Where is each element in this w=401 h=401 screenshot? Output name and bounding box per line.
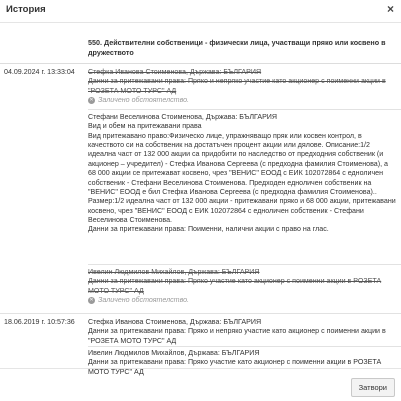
entry-line: Стефка Иванова Стоименова, Държава: БЪЛГ…: [88, 68, 262, 76]
deleted-note-text: Заличено обстоятелство.: [98, 296, 190, 305]
entry-line: Стефка Иванова Стоименова, Държава: БЪЛГ…: [88, 318, 262, 326]
divider: [88, 109, 401, 110]
close-icon[interactable]: ×: [387, 2, 394, 18]
x-circle-icon: ✕: [88, 97, 95, 105]
divider: [0, 63, 401, 64]
entry-line: Данни за притежавани права: Пряко и непр…: [88, 327, 386, 345]
entry-line: Данни за притежавани права: Поименни, на…: [88, 225, 329, 234]
entry-line: Ивелин Людмилов Михайлов, Държава: БЪЛГА…: [88, 349, 260, 357]
dialog-title: История: [6, 4, 46, 15]
section-title: 550. Действителни собственици - физическ…: [88, 38, 386, 57]
dialog-header: История ×: [0, 0, 401, 23]
history-entry: Стефка Иванова Стоименова, Държава: БЪЛГ…: [88, 318, 396, 346]
history-entry: Стефка Иванова Стоименова, Държава: БЪЛГ…: [88, 68, 396, 105]
deleted-note: ✕ Заличено обстоятелство.: [88, 296, 396, 305]
record-date: 18.06.2019 г. 10:57:36: [4, 318, 75, 326]
entry-line: Вид притежавано право:Физическо лице, уп…: [88, 131, 396, 224]
entry-line: Вид и обем на притежавани права: [88, 122, 202, 131]
divider: [88, 346, 401, 347]
close-button[interactable]: Затвори: [350, 378, 395, 397]
entry-line: Данни за притежавани права: Пряко и непр…: [88, 77, 386, 95]
divider: [88, 264, 401, 265]
deleted-note-text: Заличено обстоятелство.: [98, 96, 190, 105]
divider: [0, 313, 401, 314]
entry-line: Стефани Веселинова Стоименова, Държава: …: [88, 113, 278, 121]
history-entry: Ивелин Людмилов Михайлов, Държава: БЪЛГА…: [88, 268, 396, 305]
deleted-note: ✕ Заличено обстоятелство.: [88, 96, 396, 105]
x-circle-icon: ✕: [88, 297, 95, 305]
entry-line: Данни за притежавани права: Пряко участи…: [88, 277, 382, 295]
entry-line: Ивелин Людмилов Михайлов, Държава: БЪЛГА…: [88, 268, 260, 276]
record-date: 04.09.2024 г. 13:33:04: [4, 68, 75, 76]
history-dialog: История × 550. Действителни собственици …: [0, 0, 401, 400]
dialog-footer: Затвори: [0, 368, 401, 401]
history-entry: Стефани Веселинова Стоименова, Държава: …: [88, 113, 396, 235]
